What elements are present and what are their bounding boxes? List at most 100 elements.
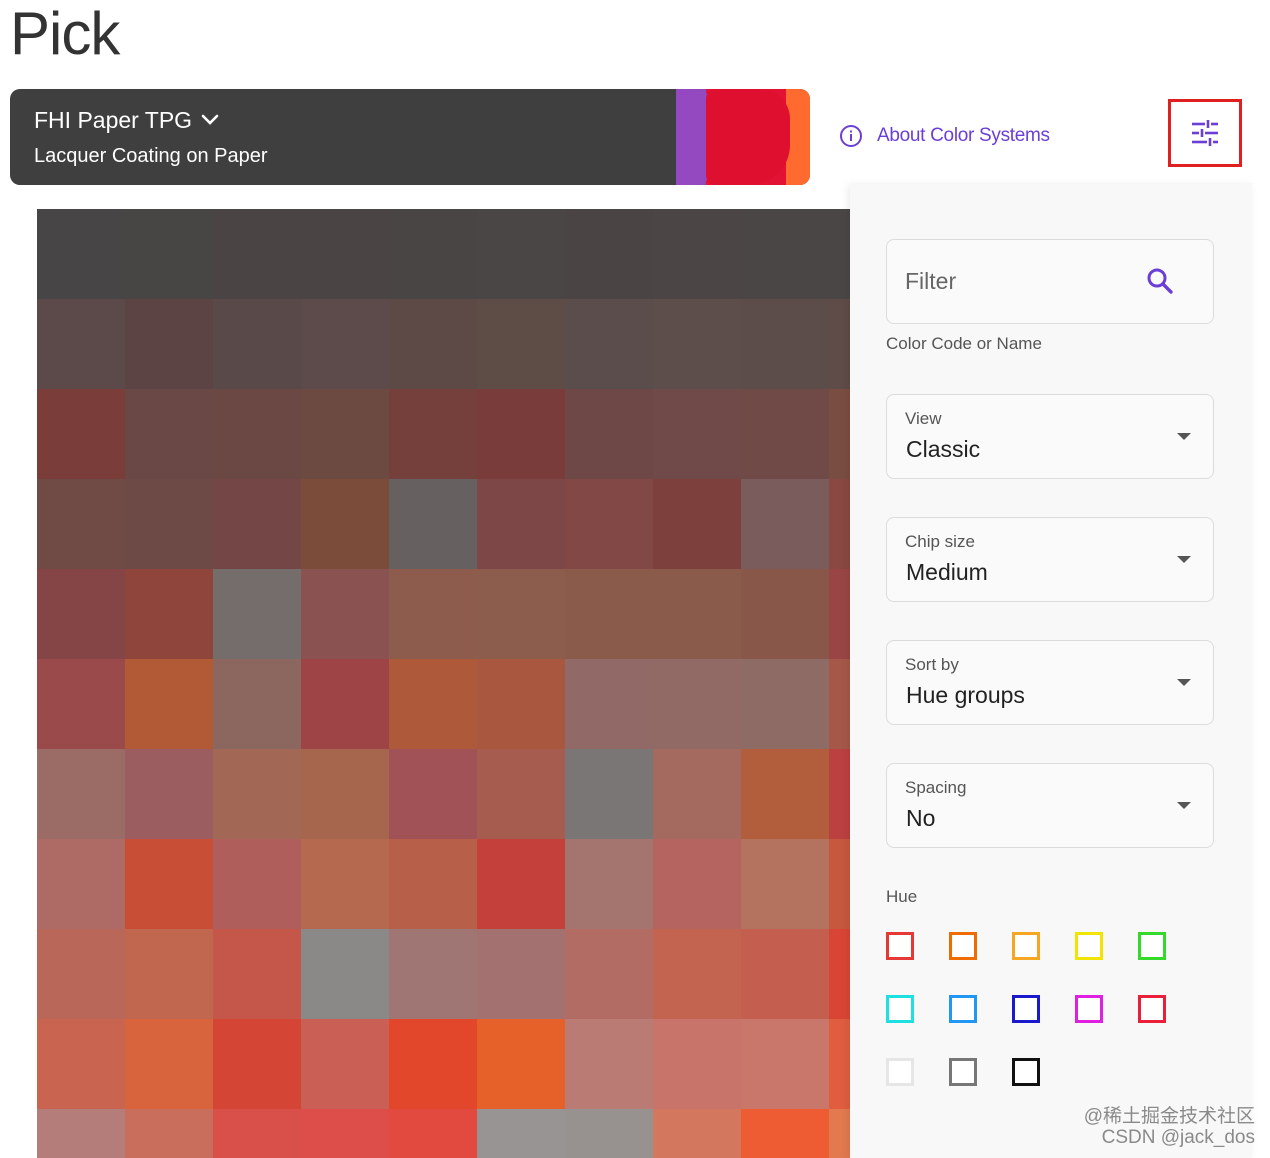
color-chip[interactable] xyxy=(389,299,477,389)
hue-checkbox[interactable] xyxy=(949,1058,977,1086)
color-chip[interactable] xyxy=(565,389,653,479)
color-chip[interactable] xyxy=(125,929,213,1019)
hue-checkbox[interactable] xyxy=(886,932,914,960)
color-chip[interactable] xyxy=(653,749,741,839)
color-chip[interactable] xyxy=(477,479,565,569)
color-chip[interactable] xyxy=(653,1109,741,1158)
color-chip[interactable] xyxy=(37,929,125,1019)
color-chip[interactable] xyxy=(125,749,213,839)
hue-checkbox[interactable] xyxy=(1075,995,1103,1023)
color-chip[interactable] xyxy=(125,1019,213,1109)
color-chip[interactable] xyxy=(477,659,565,749)
hue-checkbox[interactable] xyxy=(1012,1058,1040,1086)
color-chip[interactable] xyxy=(829,839,850,929)
color-chip[interactable] xyxy=(477,569,565,659)
search-icon[interactable] xyxy=(1145,266,1175,296)
hue-checkbox[interactable] xyxy=(949,995,977,1023)
color-chip[interactable] xyxy=(301,1019,389,1109)
color-chip[interactable] xyxy=(125,569,213,659)
color-chip[interactable] xyxy=(213,389,301,479)
color-chip[interactable] xyxy=(829,569,850,659)
color-chip[interactable] xyxy=(653,479,741,569)
hue-checkbox[interactable] xyxy=(1012,932,1040,960)
color-chip[interactable] xyxy=(565,1019,653,1109)
hue-checkbox[interactable] xyxy=(1075,932,1103,960)
color-chip[interactable] xyxy=(477,209,565,299)
color-chip[interactable] xyxy=(301,659,389,749)
color-chip[interactable] xyxy=(741,569,829,659)
color-chip[interactable] xyxy=(37,749,125,839)
hue-checkbox[interactable] xyxy=(886,995,914,1023)
color-chip[interactable] xyxy=(37,569,125,659)
color-chip[interactable] xyxy=(301,839,389,929)
color-chip[interactable] xyxy=(653,569,741,659)
color-chip[interactable] xyxy=(829,1019,850,1109)
hue-checkbox[interactable] xyxy=(1012,995,1040,1023)
color-chip[interactable] xyxy=(213,569,301,659)
color-chip[interactable] xyxy=(389,1019,477,1109)
color-chip[interactable] xyxy=(653,299,741,389)
system-name-dropdown[interactable]: FHI Paper TPG xyxy=(34,105,220,135)
color-chip[interactable] xyxy=(125,839,213,929)
color-chip[interactable] xyxy=(741,839,829,929)
color-chip[interactable] xyxy=(653,389,741,479)
hue-checkbox[interactable] xyxy=(1138,995,1166,1023)
color-chip[interactable] xyxy=(653,839,741,929)
color-chip[interactable] xyxy=(213,479,301,569)
color-chip[interactable] xyxy=(301,389,389,479)
color-chip[interactable] xyxy=(829,209,850,299)
color-chip[interactable] xyxy=(125,1109,213,1158)
color-chip[interactable] xyxy=(37,299,125,389)
hue-checkbox[interactable] xyxy=(1138,932,1166,960)
hue-checkbox[interactable] xyxy=(949,932,977,960)
color-chip[interactable] xyxy=(389,479,477,569)
color-chip[interactable] xyxy=(741,389,829,479)
color-chip[interactable] xyxy=(389,209,477,299)
color-chip[interactable] xyxy=(125,299,213,389)
color-chip[interactable] xyxy=(301,1109,389,1158)
color-chip[interactable] xyxy=(477,749,565,839)
color-chip[interactable] xyxy=(477,1019,565,1109)
color-chip[interactable] xyxy=(389,929,477,1019)
view-select[interactable]: View Classic xyxy=(886,394,1214,479)
color-chip[interactable] xyxy=(125,479,213,569)
color-chip[interactable] xyxy=(829,749,850,839)
color-chip[interactable] xyxy=(565,299,653,389)
color-chip[interactable] xyxy=(741,1019,829,1109)
color-chip[interactable] xyxy=(829,299,850,389)
color-chip[interactable] xyxy=(829,1109,850,1158)
color-system-selector[interactable]: FHI Paper TPG Lacquer Coating on Paper xyxy=(10,89,810,185)
color-chip[interactable] xyxy=(565,569,653,659)
color-chip[interactable] xyxy=(565,1109,653,1158)
color-chip[interactable] xyxy=(301,479,389,569)
color-chip[interactable] xyxy=(125,209,213,299)
color-chip[interactable] xyxy=(301,299,389,389)
color-chip[interactable] xyxy=(213,839,301,929)
color-chip[interactable] xyxy=(565,659,653,749)
color-chip[interactable] xyxy=(565,749,653,839)
color-chip[interactable] xyxy=(125,659,213,749)
color-chip[interactable] xyxy=(37,479,125,569)
color-chip[interactable] xyxy=(213,209,301,299)
color-chip[interactable] xyxy=(741,209,829,299)
color-chip[interactable] xyxy=(37,389,125,479)
color-chip[interactable] xyxy=(653,659,741,749)
color-chip[interactable] xyxy=(37,839,125,929)
color-chip[interactable] xyxy=(741,479,829,569)
color-chip[interactable] xyxy=(741,659,829,749)
color-chip[interactable] xyxy=(389,389,477,479)
color-chip[interactable] xyxy=(565,479,653,569)
chip-size-select[interactable]: Chip size Medium xyxy=(886,517,1214,602)
color-chip[interactable] xyxy=(477,389,565,479)
color-chip[interactable] xyxy=(213,1019,301,1109)
color-chip[interactable] xyxy=(741,299,829,389)
color-chip[interactable] xyxy=(477,929,565,1019)
about-color-systems-link[interactable]: About Color Systems xyxy=(839,124,1050,148)
color-chip[interactable] xyxy=(477,1109,565,1158)
color-chip[interactable] xyxy=(301,929,389,1019)
color-chip[interactable] xyxy=(829,659,850,749)
color-chip[interactable] xyxy=(565,209,653,299)
spacing-select[interactable]: Spacing No xyxy=(886,763,1214,848)
color-chip[interactable] xyxy=(301,209,389,299)
color-chip[interactable] xyxy=(389,749,477,839)
